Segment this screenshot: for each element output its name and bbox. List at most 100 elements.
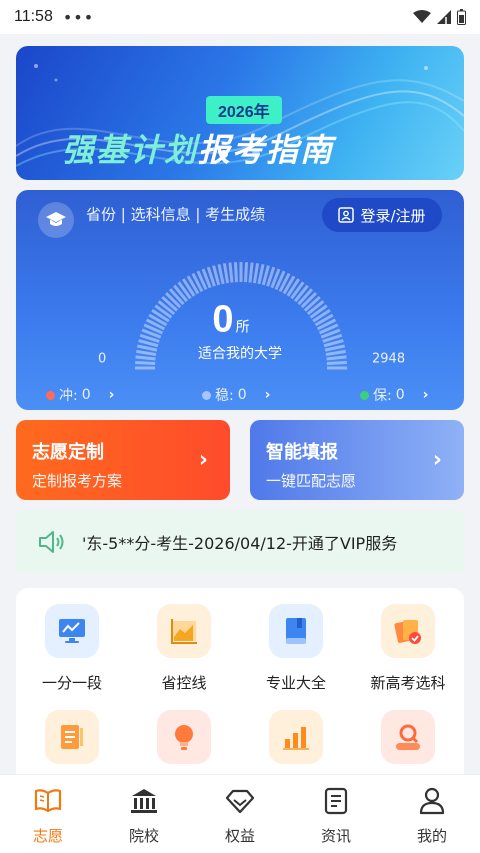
tab-mine[interactable]: 我的 — [384, 785, 480, 846]
gauge-tick — [135, 360, 156, 365]
gauge-max: 2948 — [372, 351, 406, 367]
match-count-unit: 所 — [235, 318, 250, 335]
tool-label: 省控线 — [161, 674, 207, 692]
tab-label: 院校 — [128, 827, 159, 845]
gauge-tick — [325, 349, 346, 357]
status-time: 11:58 — [14, 8, 53, 25]
monitor-chart-icon — [45, 604, 99, 658]
pager-dot-1[interactable] — [220, 150, 228, 158]
tool-majors[interactable]: 专业大全 — [240, 604, 352, 693]
smart-fill-card[interactable]: 智能填报 一键匹配志愿 › — [250, 420, 464, 500]
chevron-right-icon: › — [108, 387, 115, 403]
tab-benefits[interactable]: 权益 — [192, 785, 288, 846]
graduation-cap-icon — [38, 202, 74, 238]
wen-label: 稳: — [215, 388, 234, 404]
promo-banner[interactable]: 2026年 强基计划报考指南 — [16, 46, 464, 180]
line-chart-icon — [157, 604, 211, 658]
battery-icon — [457, 9, 466, 25]
tab-label: 权益 — [224, 827, 255, 845]
tool-notebook[interactable] — [16, 710, 128, 778]
gauge-tick — [252, 263, 260, 284]
bottom-tab-bar: 志愿 院校 权益 资讯 我的 — [0, 774, 480, 853]
wen-value: 0 — [237, 387, 247, 403]
diamond-icon — [192, 785, 288, 817]
smart-fill-title: 智能填报 — [266, 442, 338, 463]
status-icons — [413, 9, 466, 25]
user-badge-icon — [338, 207, 355, 223]
lightbulb-icon — [157, 710, 211, 764]
gauge-tick — [135, 355, 156, 361]
gauge-tick — [137, 344, 158, 352]
gauge-min: 0 — [98, 351, 107, 367]
chong-dot — [46, 390, 55, 400]
user-icon — [384, 785, 480, 817]
gauge-tick — [326, 360, 347, 365]
search-person-icon — [381, 710, 435, 764]
gauge-tick — [217, 264, 225, 285]
gauge-tick — [233, 262, 238, 283]
stat-chong[interactable]: 冲: 0 › — [46, 385, 114, 405]
tab-schools[interactable]: 院校 — [96, 785, 192, 846]
gauge-tick — [136, 349, 157, 357]
exam-info-link[interactable]: 省份 | 选科信息 | 考生成绩 — [86, 204, 265, 225]
smart-fill-subtitle: 一键匹配志愿 — [266, 472, 357, 490]
notice-text: '东-5**分-考生-2026/04/12-开通了VIP服务 — [82, 534, 398, 553]
tab-label: 志愿 — [32, 827, 63, 845]
pager-dot-2[interactable] — [252, 150, 260, 158]
vip-notice-bar[interactable]: '东-5**分-考生-2026/04/12-开通了VIP服务 — [16, 510, 464, 574]
login-register-button[interactable]: 登录/注册 — [322, 198, 442, 232]
tool-subject-select[interactable]: 新高考选科 — [352, 604, 464, 693]
gauge-tick — [326, 355, 347, 361]
book-icon — [269, 604, 323, 658]
custom-plan-card[interactable]: 志愿定制 定制报考方案 › — [16, 420, 230, 500]
document-icon — [288, 785, 384, 817]
bao-label: 保: — [373, 388, 392, 404]
gauge-tick — [257, 264, 265, 285]
tab-label: 我的 — [416, 827, 447, 845]
match-count-label: 适合我的大学 — [198, 346, 282, 362]
stat-bao[interactable]: 保: 0 › — [360, 385, 428, 405]
tool-score-rank[interactable]: 一分一段 — [16, 604, 128, 693]
tool-label: 专业大全 — [265, 674, 326, 692]
gauge-tick — [244, 262, 249, 283]
match-count: 0所 — [212, 299, 249, 342]
gauge-tick — [248, 262, 254, 283]
notification-dots: ••• — [62, 7, 95, 27]
tab-volunteer[interactable]: 志愿 — [0, 785, 96, 846]
chong-label: 冲: — [59, 388, 78, 404]
banner-year-badge: 2026年 — [206, 96, 282, 124]
status-bar: 11:58 ••• — [0, 0, 480, 34]
tab-label: 资讯 — [320, 827, 351, 845]
bar-chart-icon — [269, 710, 323, 764]
banner-pager — [16, 150, 464, 158]
speaker-icon — [39, 531, 64, 553]
banner-title: 强基计划报考指南 — [62, 125, 334, 171]
login-label: 登录/注册 — [360, 206, 426, 225]
tool-control-line[interactable]: 省控线 — [128, 604, 240, 693]
tool-search[interactable] — [352, 710, 464, 778]
book-open-icon — [0, 785, 96, 817]
tool-label: 新高考选科 — [370, 674, 446, 692]
match-count-value: 0 — [212, 298, 234, 341]
wifi-icon — [413, 10, 431, 23]
chevron-right-icon: › — [198, 447, 208, 473]
notebook-icon — [45, 710, 99, 764]
bao-value: 0 — [395, 387, 405, 403]
wen-dot — [202, 390, 211, 400]
gauge-tick — [228, 262, 234, 283]
score-card: 省份 | 选科信息 | 考生成绩 登录/注册 0所 适合我的大学 0 2948 … — [16, 190, 464, 410]
gauge-tick — [324, 344, 345, 352]
cards-check-icon — [381, 604, 435, 658]
custom-plan-title: 志愿定制 — [32, 442, 104, 463]
tool-label: 一分一段 — [41, 674, 102, 692]
stat-wen[interactable]: 稳: 0 › — [202, 385, 270, 405]
gauge-tick — [222, 263, 230, 284]
tool-grid: 一分一段 省控线 专业大全 新高考选科 — [16, 588, 464, 798]
tool-stats[interactable] — [240, 710, 352, 778]
chevron-right-icon: › — [264, 387, 271, 403]
chevron-right-icon: › — [432, 447, 442, 473]
tab-news[interactable]: 资讯 — [288, 785, 384, 846]
signal-icon — [437, 10, 451, 24]
tool-idea[interactable] — [128, 710, 240, 778]
custom-plan-subtitle: 定制报考方案 — [32, 472, 123, 490]
